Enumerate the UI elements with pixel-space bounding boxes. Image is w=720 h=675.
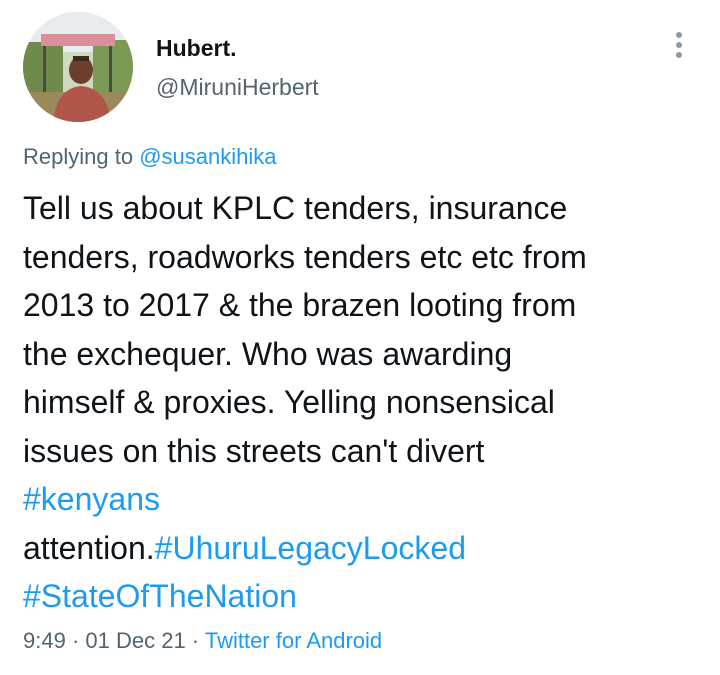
- tweet-card: Hubert. @MiruniHerbert Replying to @susa…: [0, 0, 720, 675]
- more-vertical-icon[interactable]: [667, 30, 691, 60]
- tweet-line: tenders, roadworks tenders etc etc from: [23, 238, 587, 275]
- tweet-line: attention.#UhuruLegacyLocked: [23, 524, 703, 573]
- tweet-line: Tell us about KPLC tenders, insurance: [23, 190, 568, 226]
- tweet-line: himself & proxies. Yelling nonsensical: [23, 384, 555, 420]
- display-name[interactable]: Hubert.: [156, 34, 237, 62]
- tweet-line: issues on this streets can't divert: [23, 432, 485, 469]
- tweet-line: 2013 to 2017 & the brazen looting from: [23, 287, 577, 323]
- avatar[interactable]: [23, 12, 133, 122]
- tweet-source-link[interactable]: Twitter for Android: [205, 628, 382, 653]
- hashtag-kenyans-link[interactable]: #kenyans: [23, 481, 160, 517]
- hashtag-uhuru-link[interactable]: #UhuruLegacyLocked: [155, 530, 466, 566]
- tweet-line: #StateOfTheNation: [23, 572, 703, 621]
- meta-separator: ·: [185, 628, 205, 653]
- tweet-line: #kenyans: [23, 475, 703, 524]
- replying-to: Replying to @susankihika: [23, 143, 276, 171]
- meta-separator: ·: [65, 628, 86, 653]
- hashtag-nation-link[interactable]: #StateOfTheNation: [23, 578, 297, 614]
- attention-text: attention.: [23, 529, 155, 566]
- replying-prefix: Replying to: [23, 144, 140, 169]
- reply-mention-link[interactable]: @susankihika: [139, 144, 276, 169]
- tweet-text: Tell us about KPLC tenders, insurance te…: [23, 184, 703, 621]
- tweet-time[interactable]: 9:49: [23, 628, 66, 653]
- tweet-line: the exchequer. Who was awarding: [23, 335, 513, 372]
- user-handle[interactable]: @MiruniHerbert: [156, 72, 319, 102]
- tweet-meta: 9:49 · 01 Dec 21 · Twitter for Android: [23, 626, 382, 656]
- tweet-date[interactable]: 01 Dec 21: [85, 628, 185, 653]
- profile-photo-icon: [23, 12, 133, 122]
